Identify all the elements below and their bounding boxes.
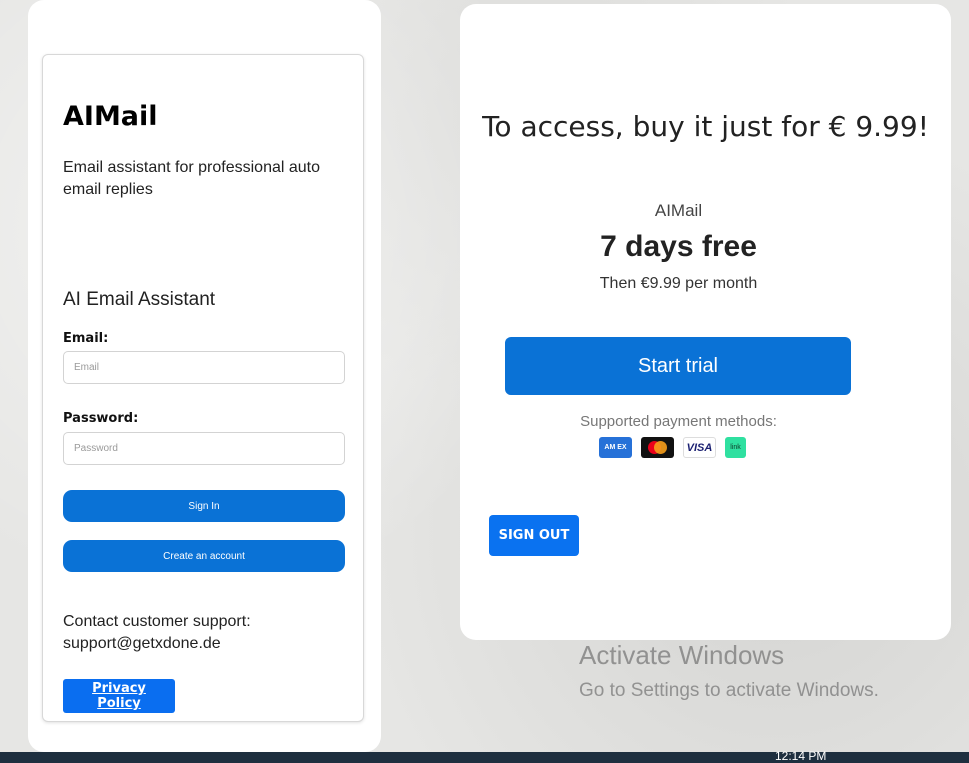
support-email: support@getxdone.de <box>63 635 221 652</box>
payment-methods-label: Supported payment methods: <box>580 413 777 430</box>
create-account-button[interactable]: Create an account <box>63 540 345 572</box>
pricing-card: To access, buy it just for € 9.99! AIMai… <box>460 4 951 640</box>
sign-out-button[interactable]: SIGN OUT <box>489 515 579 556</box>
trial-title: 7 days free <box>600 230 757 263</box>
start-trial-button[interactable]: Start trial <box>505 337 851 395</box>
product-name: AIMail <box>654 201 703 220</box>
app-title: AIMail <box>63 101 158 132</box>
taskbar-clock: 12:14 PM <box>775 749 827 763</box>
pricing-headline: To access, buy it just for € 9.99! <box>482 110 929 143</box>
contact-label: Contact customer support: <box>63 613 251 630</box>
contact-support: Contact customer support: support@getxdo… <box>63 611 353 655</box>
visa-icon: VISA <box>683 437 716 458</box>
email-label: Email: <box>63 331 109 346</box>
email-field[interactable] <box>63 351 345 384</box>
login-card: AIMail Email assistant for professional … <box>42 54 364 722</box>
activate-windows-title: Activate Windows <box>579 640 785 670</box>
password-label: Password: <box>63 411 139 426</box>
trial-subtitle: Then €9.99 per month <box>599 275 758 292</box>
section-title: AI Email Assistant <box>63 289 216 310</box>
sign-in-button[interactable]: Sign In <box>63 490 345 522</box>
link-icon: link <box>725 437 746 458</box>
taskbar: 12:14 PM <box>0 749 969 763</box>
amex-icon: AM EX <box>599 437 632 458</box>
privacy-policy-button[interactable]: Privacy Policy <box>63 679 175 713</box>
app-description: Email assistant for professional auto em… <box>63 159 321 198</box>
activate-windows-subtitle: Go to Settings to activate Windows. <box>579 680 879 701</box>
password-field[interactable] <box>63 432 345 465</box>
payment-methods: AM EX VISA link <box>599 437 746 458</box>
mastercard-icon <box>641 437 674 458</box>
